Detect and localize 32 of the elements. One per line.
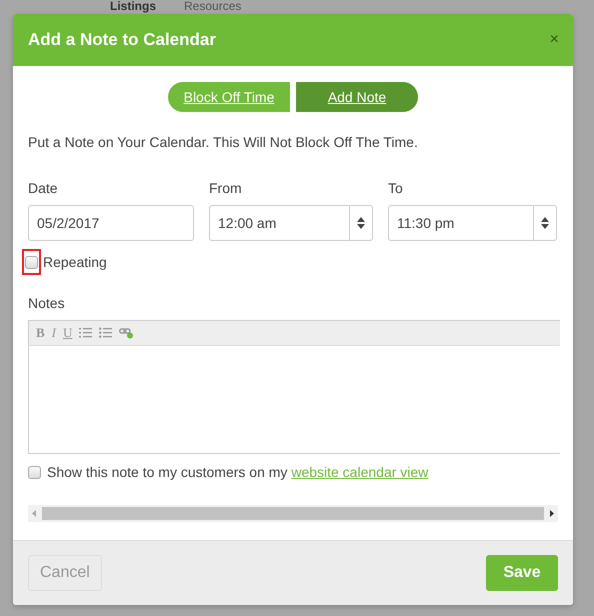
field-label: To <box>388 180 404 196</box>
cancel-button[interactable]: Cancel <box>28 555 102 591</box>
bold-button[interactable]: B <box>36 325 45 341</box>
numbered-list-icon[interactable] <box>79 327 92 339</box>
scroll-left-icon[interactable] <box>32 510 36 517</box>
date-field[interactable]: 05/2/2017 <box>28 205 194 241</box>
mode-tab[interactable]: Block Off Time <box>168 82 290 112</box>
spinner-icon <box>357 217 365 229</box>
underline-button[interactable]: U <box>63 325 72 341</box>
time-select[interactable]: 12:00 am <box>209 205 373 241</box>
background-tab-label: Resources <box>183 0 242 13</box>
field-label: From <box>209 180 243 196</box>
checkbox[interactable] <box>25 256 38 268</box>
calendar-link[interactable]: website calendar view <box>291 464 428 480</box>
italic-button[interactable]: I <box>52 325 56 341</box>
dialog-title: Add a Note to Calendar <box>28 30 216 50</box>
field-label: Notes <box>28 295 66 311</box>
time-select[interactable]: 11:30 pm <box>388 205 557 241</box>
field-label: Date <box>28 180 59 196</box>
bullet-list-icon[interactable] <box>99 327 112 339</box>
share-text: Show this note to my customers on my website calendar view <box>47 464 428 480</box>
spinner-icon <box>541 217 549 229</box>
link-icon[interactable] <box>119 327 134 339</box>
background-tab-label: Listings <box>109 0 158 13</box>
checkbox-label: Repeating <box>43 254 107 270</box>
checkbox[interactable] <box>28 466 41 478</box>
intro-text: Put a Note on Your Calendar. This Will Not Block Off The Time. <box>28 134 419 150</box>
save-button[interactable]: Save <box>486 555 558 591</box>
mode-tab[interactable]: Add Note <box>296 82 418 112</box>
close-button[interactable]: × <box>550 31 559 49</box>
notes-editor[interactable]: B I U <box>28 320 560 454</box>
scroll-right-icon[interactable] <box>550 510 554 517</box>
